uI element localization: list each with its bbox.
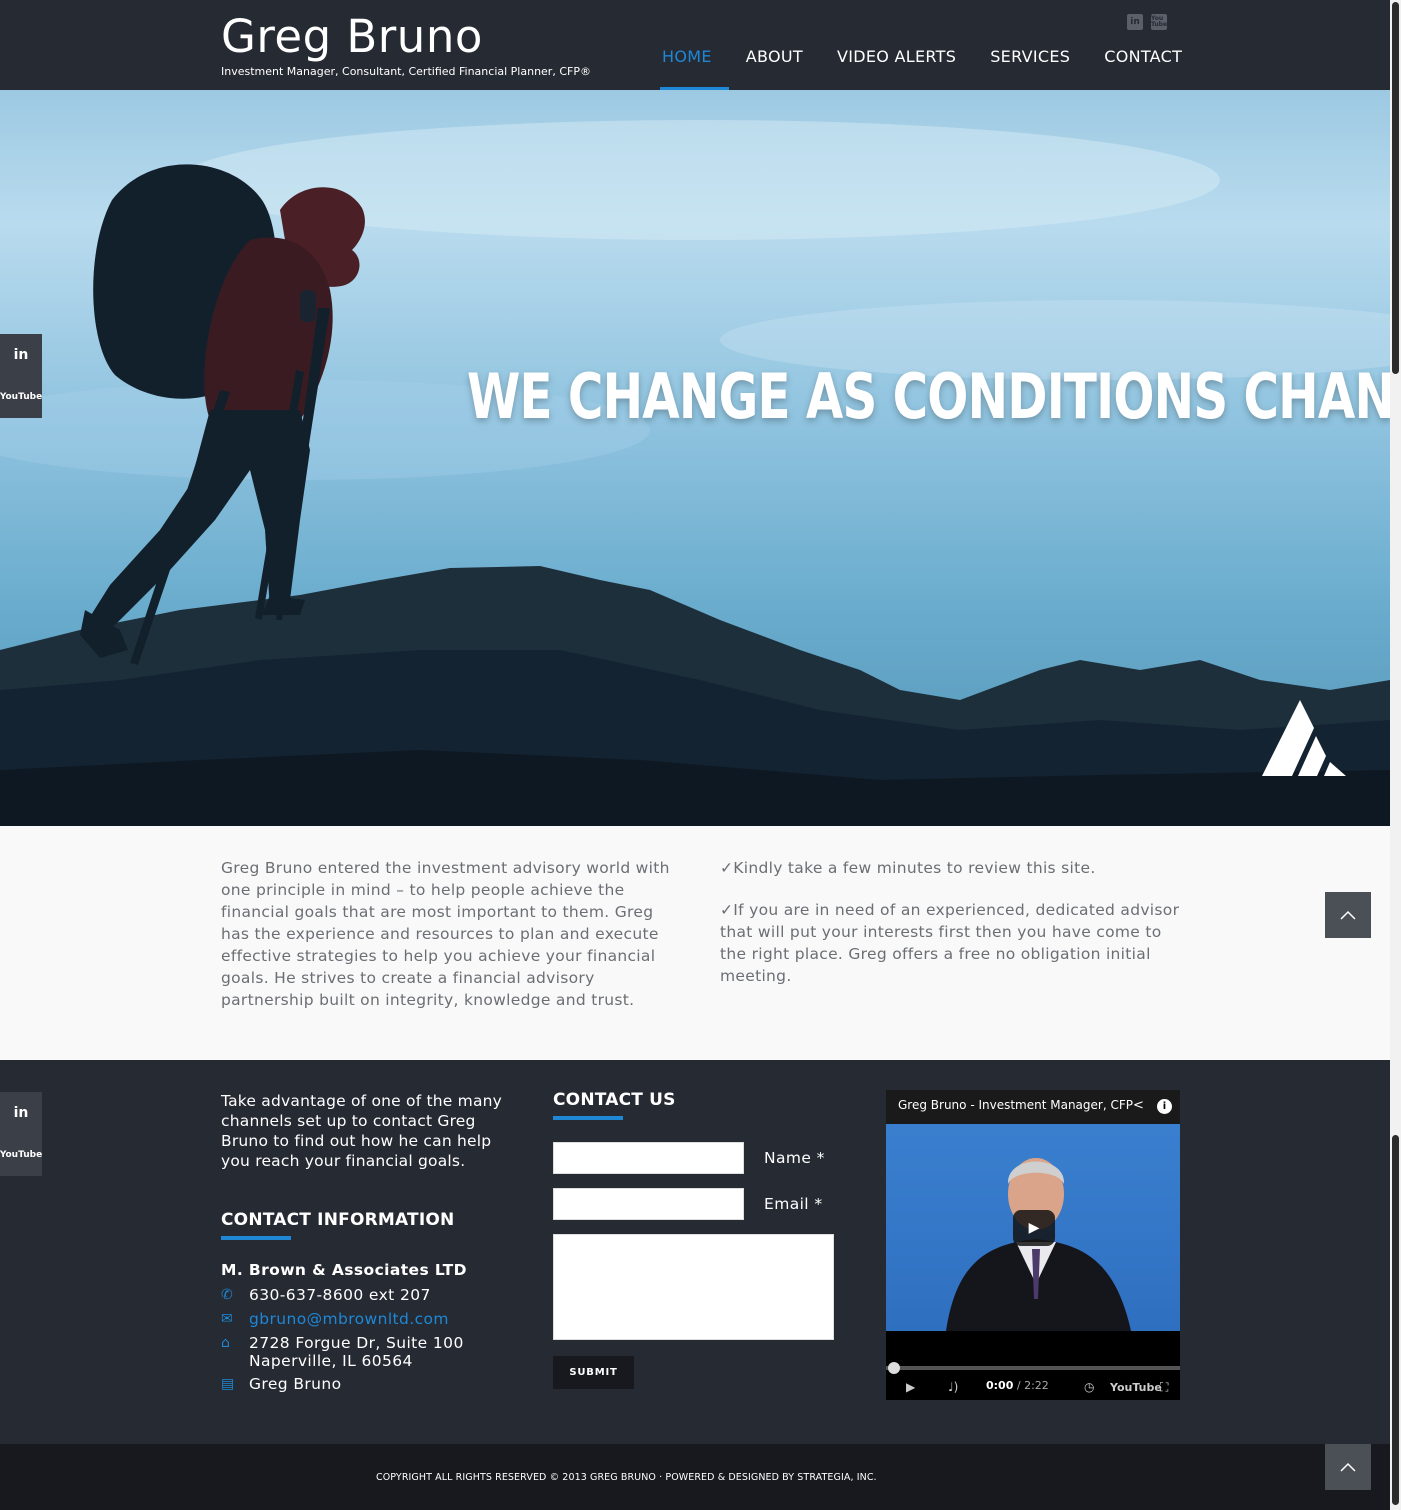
envelope-icon: ✉ — [221, 1311, 234, 1327]
site-header: Greg Bruno Investment Manager, Consultan… — [0, 0, 1401, 90]
intro-highlight: ✓If you are in need of an experienced, d… — [720, 901, 1180, 985]
strategia-logo-icon — [1262, 700, 1346, 776]
fullscreen-icon[interactable]: ⛶ — [1160, 1380, 1168, 1395]
chevron-up-icon — [1340, 1462, 1356, 1472]
hero-image — [0, 120, 1390, 826]
message-textarea[interactable] — [553, 1234, 834, 1340]
nav-item-home[interactable]: HOME — [660, 0, 729, 90]
side-social-bar: in You Tube — [0, 334, 42, 418]
hero-banner: WE CHANGE AS CONDITIONS CHANGE — [0, 90, 1390, 826]
scrollbar-thumb[interactable] — [1392, 2, 1399, 374]
phone-row: ✆ 630-637-8600 ext 207 — [221, 1286, 431, 1304]
contact-section: Take advantage of one of the many channe… — [0, 1060, 1390, 1444]
nav-item-video-alerts[interactable]: VIDEO ALERTS — [820, 0, 973, 90]
submit-button[interactable]: SUBMIT — [553, 1356, 634, 1389]
youtube-icon[interactable]: You Tube — [0, 376, 42, 418]
intro-section: Greg Bruno entered the investment adviso… — [0, 826, 1390, 1060]
info-icon[interactable]: i — [1157, 1099, 1172, 1114]
id-card-icon: ▤ — [221, 1376, 235, 1392]
nav-item-about[interactable]: ABOUT — [729, 0, 820, 90]
contact-name: Greg Bruno — [249, 1375, 342, 1393]
main-nav: HOME ABOUT VIDEO ALERTS SERVICES CONTACT — [660, 0, 1199, 90]
phone-icon: ✆ — [221, 1287, 234, 1303]
contact-us-heading: CONTACT US — [553, 1090, 676, 1110]
name-row: ▤ Greg Bruno — [221, 1375, 341, 1393]
clock-icon[interactable]: ◷ — [1084, 1380, 1094, 1394]
copyright-text: COPYRIGHT ALL RIGHTS RESERVED © 2013 GRE… — [376, 1472, 877, 1483]
email-input[interactable] — [553, 1188, 744, 1220]
footer: COPYRIGHT ALL RIGHTS RESERVED © 2013 GRE… — [0, 1444, 1390, 1510]
video-progress-bar[interactable] — [886, 1366, 1180, 1370]
nav-item-contact[interactable]: CONTACT — [1087, 0, 1199, 90]
address-row: ⌂ 2728 Forgue Dr, Suite 100 Naperville, I… — [221, 1334, 464, 1370]
intro-highlight: ✓Kindly take a few minutes to review thi… — [720, 859, 1096, 877]
share-icon[interactable]: < — [1133, 1098, 1144, 1113]
scrollbar-thumb[interactable] — [1392, 1135, 1399, 1505]
youtube-icon[interactable]: You Tube — [0, 1134, 42, 1176]
phone-number: 630-637-8600 ext 207 — [249, 1286, 431, 1304]
progress-handle[interactable] — [888, 1362, 900, 1374]
name-label: Name * — [764, 1149, 825, 1167]
contact-information-heading: CONTACT INFORMATION — [221, 1210, 455, 1230]
name-input[interactable] — [553, 1142, 744, 1174]
email-link[interactable]: gbruno@mbrownltd.com — [249, 1310, 449, 1328]
scrollbar[interactable] — [1390, 0, 1401, 1510]
back-to-top-button[interactable] — [1325, 892, 1371, 938]
contact-lead-text: Take advantage of one of the many channe… — [221, 1092, 503, 1170]
linkedin-icon[interactable]: in — [0, 334, 42, 376]
linkedin-icon[interactable]: in — [0, 1092, 42, 1134]
play-icon[interactable]: ▶ — [906, 1380, 915, 1394]
site-tagline: Investment Manager, Consultant, Certifie… — [221, 65, 591, 78]
hero-headline: WE CHANGE AS CONDITIONS CHANGE — [467, 360, 1390, 433]
heading-underline — [553, 1116, 623, 1120]
address: 2728 Forgue Dr, Suite 100 Naperville, IL … — [249, 1334, 464, 1370]
site-title[interactable]: Greg Bruno — [221, 10, 483, 63]
youtube-logo[interactable]: YouTube — [1110, 1381, 1162, 1394]
side-social-bar: in You Tube — [0, 1092, 42, 1176]
nav-item-services[interactable]: SERVICES — [973, 0, 1087, 90]
heading-underline — [221, 1236, 291, 1240]
intro-text: Greg Bruno entered the investment adviso… — [221, 859, 670, 1009]
play-button[interactable]: ▶ — [1013, 1210, 1055, 1246]
company-name: M. Brown & Associates LTD — [221, 1261, 467, 1279]
chevron-up-icon — [1340, 910, 1356, 920]
video-time: 0:00 / 2:22 — [986, 1379, 1049, 1392]
back-to-top-button[interactable] — [1325, 1444, 1371, 1490]
email-row: ✉ gbruno@mbrownltd.com — [221, 1310, 449, 1328]
home-icon: ⌂ — [221, 1335, 231, 1351]
video-player[interactable]: Greg Bruno - Investment Manager, CFP < i… — [886, 1090, 1180, 1400]
intro-highlights: ✓Kindly take a few minutes to review thi… — [720, 857, 1182, 987]
volume-icon[interactable]: ♩) — [948, 1380, 958, 1394]
email-label: Email * — [764, 1195, 823, 1213]
